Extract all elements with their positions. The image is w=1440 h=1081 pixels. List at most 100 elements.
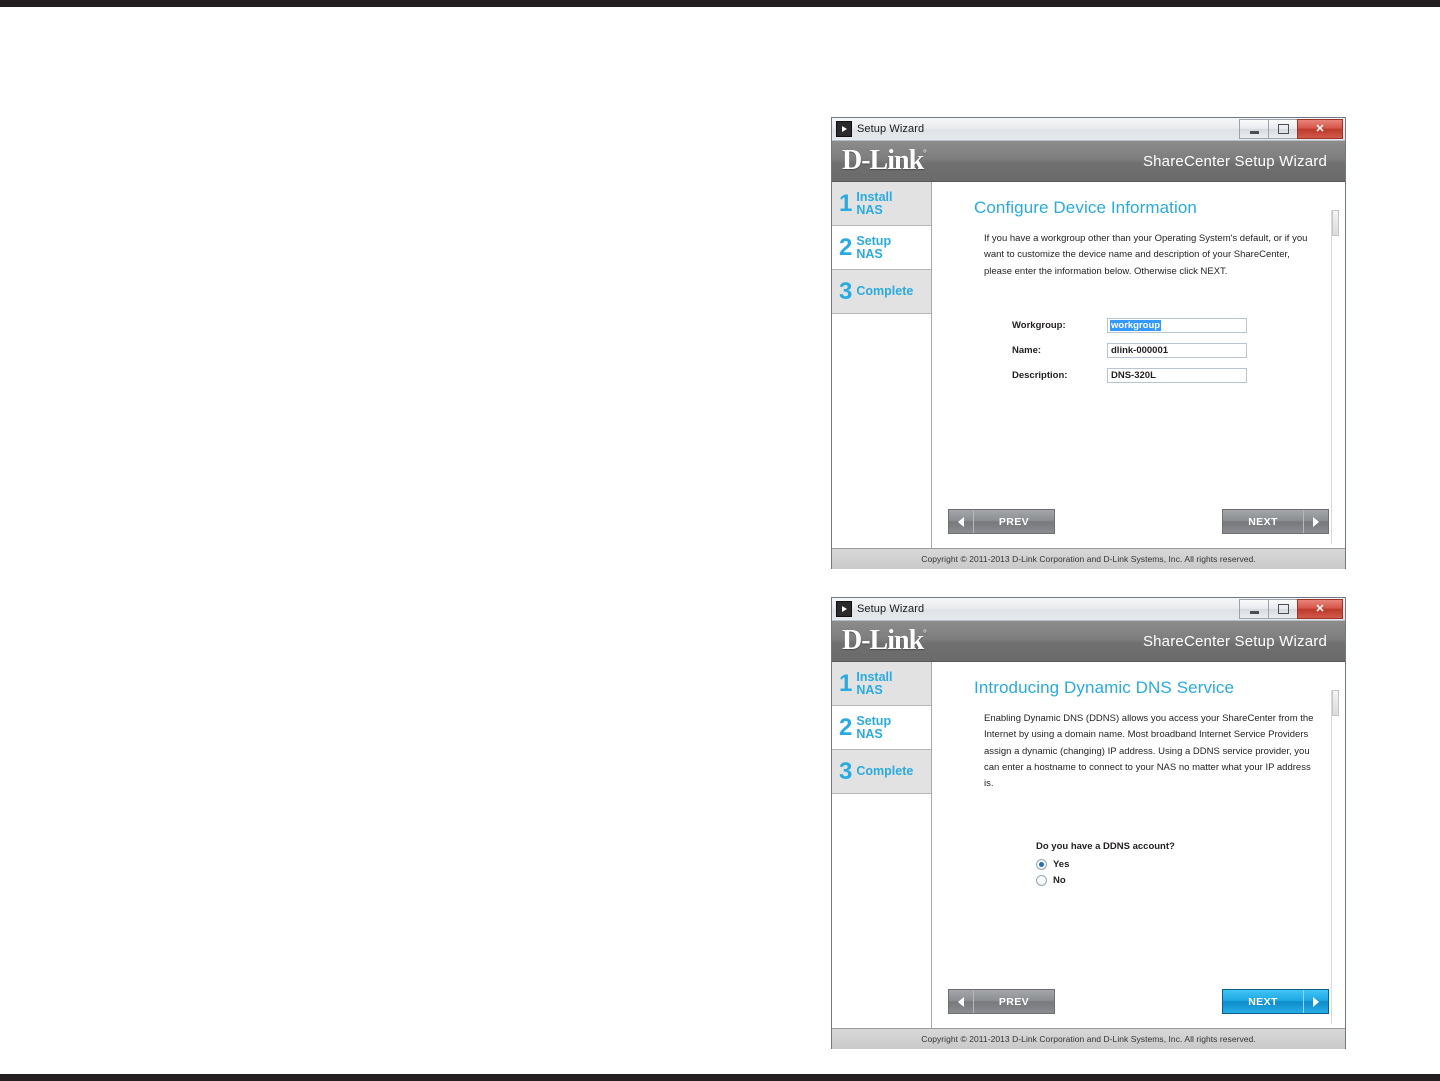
wizard-navigation: PREV NEXT [932,509,1345,534]
prev-button[interactable]: PREV [948,989,1055,1014]
registered-mark-icon: ° [923,148,927,158]
form-row-workgroup: Workgroup: workgroup [1012,317,1317,333]
radio-option-yes[interactable]: Yes [1036,858,1317,870]
step-number: 1 [839,189,853,217]
step-number: 2 [839,713,853,741]
close-button[interactable]: ✕ [1297,599,1343,619]
close-icon: ✕ [1315,122,1325,135]
maximize-icon [1277,604,1289,614]
sidebar-filler [832,794,931,1028]
prev-button-label: PREV [974,990,1054,1013]
radio-no-label: No [1053,874,1066,886]
sidebar-step-install-nas[interactable]: 1 Install NAS [832,662,931,706]
dlink-logo: D-Link° [842,627,927,655]
scrollbar-thumb[interactable] [1332,210,1339,236]
prev-button[interactable]: PREV [948,509,1055,534]
minimize-icon [1249,130,1259,134]
dlink-app-icon [836,601,852,617]
content-vertical-scrollbar[interactable] [1331,210,1339,544]
sidebar-step-complete[interactable]: 3 Complete [832,750,931,794]
dlink-logo: D-Link° [842,147,927,175]
workgroup-input-value: workgroup [1110,319,1162,331]
minimize-button[interactable] [1239,119,1269,139]
sidebar-step-install-nas[interactable]: 1 Install NAS [832,182,931,226]
description-label: Description: [1012,369,1068,381]
dlink-logo-text: D-Link [842,145,924,176]
wizard-steps-sidebar: 1 Install NAS 2 Setup NAS 3 Complete [832,182,932,548]
prev-button-label: PREV [974,510,1054,533]
sidebar-step-complete[interactable]: 3 Complete [832,270,931,314]
sidebar-step-setup-nas[interactable]: 2 Setup NAS [832,226,931,270]
window-controls: ✕ [1239,599,1343,619]
radio-no-icon[interactable] [1036,874,1047,886]
next-button[interactable]: NEXT [1222,509,1329,534]
window-body: 1 Install NAS 2 Setup NAS 3 Complete Con… [832,182,1345,548]
minimize-button[interactable] [1239,599,1269,619]
wizard-steps-sidebar: 1 Install NAS 2 Setup NAS 3 Complete [832,662,932,1028]
copyright-text: Copyright © 2011-2013 D-Link Corporation… [921,1034,1256,1044]
window-footer: Copyright © 2011-2013 D-Link Corporation… [832,1028,1345,1049]
step-number: 3 [839,757,853,785]
window-controls: ✕ [1239,119,1343,139]
window-footer: Copyright © 2011-2013 D-Link Corporation… [832,548,1345,569]
form-row-name: Name: dlink-000001 [1012,342,1317,358]
next-button-label: NEXT [1223,510,1303,533]
step-number: 2 [839,233,853,261]
arrow-left-icon [949,510,974,533]
window-body: 1 Install NAS 2 Setup NAS 3 Complete Int… [832,662,1345,1028]
copyright-text: Copyright © 2011-2013 D-Link Corporation… [921,554,1256,564]
close-button[interactable]: ✕ [1297,119,1343,139]
step-label: Complete [856,764,914,778]
page-title: Configure Device Information [974,198,1197,217]
page-title: Introducing Dynamic DNS Service [974,678,1235,697]
step-number: 3 [839,277,853,305]
question-label: Do you have a DDNS account? [1036,840,1175,852]
window-titlebar[interactable]: Setup Wizard ✕ [832,598,1345,621]
maximize-button[interactable] [1268,119,1298,139]
step-label: Complete [856,284,914,298]
step-label: Install NAS [856,189,893,217]
window-titlebar[interactable]: Setup Wizard ✕ [832,118,1345,141]
wizard-content-pane: Introducing Dynamic DNS Service Enabling… [932,662,1345,1028]
page-description: If you have a workgroup other than your … [984,233,1308,277]
arrow-right-icon [1303,990,1328,1013]
device-information-form: Workgroup: workgroup Name: dlink-000001 … [1012,317,1317,383]
name-input[interactable]: dlink-000001 [1107,342,1247,358]
arrow-right-icon [1303,510,1328,533]
workgroup-label: Workgroup: [1012,319,1066,331]
maximize-icon [1277,124,1289,134]
setup-wizard-window-configure-device[interactable]: Setup Wizard ✕ D-Link° ShareCenter Setup… [831,117,1346,569]
dlink-app-icon [836,121,852,137]
name-label: Name: [1012,344,1042,356]
next-button-label: NEXT [1223,990,1303,1013]
brand-header: D-Link° ShareCenter Setup Wizard [832,621,1345,662]
radio-yes-icon[interactable] [1036,858,1047,870]
sidebar-step-setup-nas[interactable]: 2 Setup NAS [832,706,931,750]
radio-option-no[interactable]: No [1036,874,1317,886]
scrollbar-thumb[interactable] [1332,690,1339,716]
description-input[interactable]: DNS-320L [1107,367,1247,383]
workgroup-input[interactable]: workgroup [1107,317,1247,333]
page-description: Enabling Dynamic DNS (DDNS) allows you a… [984,713,1314,790]
window-title: Setup Wizard [857,603,925,615]
wizard-navigation: PREV NEXT [932,989,1345,1014]
close-icon: ✕ [1315,602,1325,615]
next-button[interactable]: NEXT [1222,989,1329,1014]
page-top-rule [0,0,1440,7]
ddns-account-question: Do you have a DDNS account? Yes No [1036,841,1317,886]
maximize-button[interactable] [1268,599,1298,619]
wizard-content-pane: Configure Device Information If you have… [932,182,1345,548]
arrow-left-icon [949,990,974,1013]
window-title: Setup Wizard [857,123,925,135]
form-row-description: Description: DNS-320L [1012,367,1317,383]
dlink-logo-text: D-Link [842,625,924,656]
minimize-icon [1249,610,1259,614]
step-label: Setup NAS [856,713,892,741]
wizard-header-title: ShareCenter Setup Wizard [1142,632,1327,650]
radio-yes-label: Yes [1053,858,1070,870]
step-label: Install NAS [856,669,893,697]
step-number: 1 [839,669,853,697]
content-vertical-scrollbar[interactable] [1331,690,1339,1024]
step-label: Setup NAS [856,233,892,261]
setup-wizard-window-dynamic-dns[interactable]: Setup Wizard ✕ D-Link° ShareCenter Setup… [831,597,1346,1049]
